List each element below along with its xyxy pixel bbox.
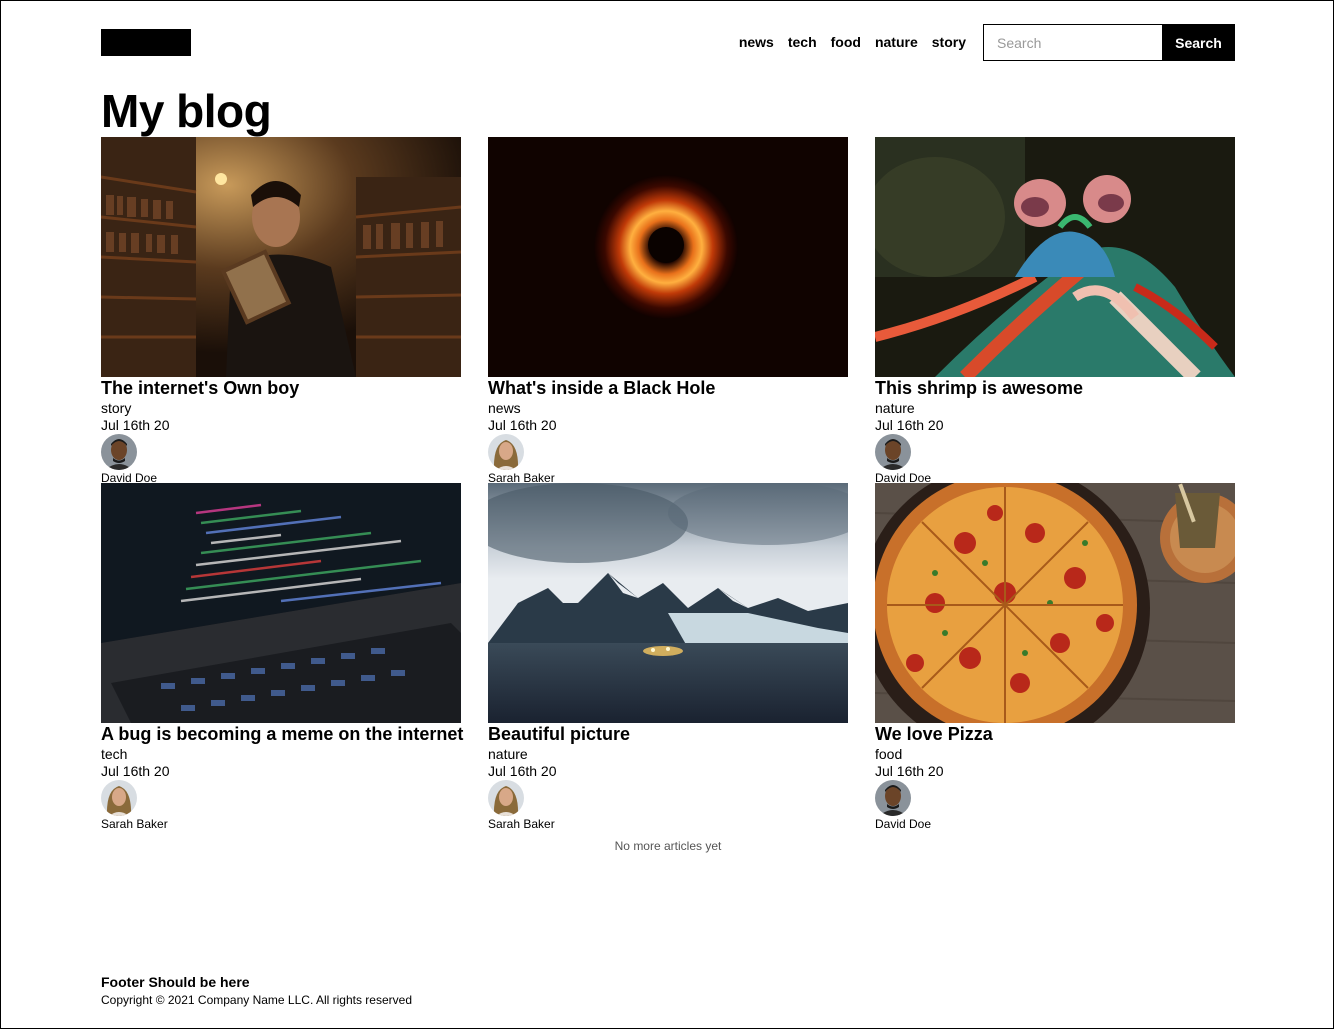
mountain-landscape-photo[interactable] <box>488 483 848 723</box>
post-date: Jul 16th 20 <box>875 417 944 433</box>
post-date: Jul 16th 20 <box>488 763 557 779</box>
footer-copyright: Copyright © 2021 Company Name LLC. All r… <box>101 993 412 1007</box>
post-title[interactable]: A bug is becoming a meme on the internet <box>101 724 463 745</box>
post-card[interactable]: This shrimp is awesome nature Jul 16th 2… <box>875 137 1235 485</box>
nav-link-tech[interactable]: tech <box>788 34 817 50</box>
main-nav: news tech food nature story <box>725 34 966 50</box>
post-date: Jul 16th 20 <box>488 417 557 433</box>
post-date: Jul 16th 20 <box>101 763 170 779</box>
post-author[interactable]: Sarah Baker <box>101 817 461 831</box>
nav-link-nature[interactable]: nature <box>875 34 918 50</box>
post-card[interactable]: A bug is becoming a meme on the internet… <box>101 483 463 831</box>
post-date: Jul 16th 20 <box>875 763 944 779</box>
post-card[interactable]: The internet's Own boy story Jul 16th 20… <box>101 137 461 485</box>
search-input[interactable] <box>983 24 1162 61</box>
post-title[interactable]: What's inside a Black Hole <box>488 378 848 399</box>
nav-link-food[interactable]: food <box>831 34 861 50</box>
man-avatar <box>875 434 911 470</box>
footer-title: Footer Should be here <box>101 974 250 990</box>
post-title[interactable]: Beautiful picture <box>488 724 848 745</box>
mantis-shrimp-photo[interactable] <box>875 137 1235 377</box>
page-title: My blog <box>101 85 272 137</box>
search-form: Search <box>983 24 1235 61</box>
pizza-photo[interactable] <box>875 483 1235 723</box>
nav-link-news[interactable]: news <box>739 34 774 50</box>
site-header: news tech food nature story Search <box>101 23 1235 61</box>
woman-avatar <box>101 780 137 816</box>
man-avatar <box>875 780 911 816</box>
search-button[interactable]: Search <box>1162 24 1235 61</box>
man-avatar <box>101 434 137 470</box>
site-footer: Footer Should be here Copyright © 2021 C… <box>101 974 412 1008</box>
laptop-code-photo[interactable] <box>101 483 461 723</box>
man-in-library-photo[interactable] <box>101 137 461 377</box>
nav-link-story[interactable]: story <box>932 34 966 50</box>
woman-avatar <box>488 434 524 470</box>
no-more-articles-text: No more articles yet <box>614 839 722 853</box>
logo[interactable] <box>101 29 191 56</box>
post-category[interactable]: story <box>101 399 461 417</box>
post-author[interactable]: David Doe <box>875 817 1235 831</box>
post-category[interactable]: food <box>875 745 1235 763</box>
post-card[interactable]: What's inside a Black Hole news Jul 16th… <box>488 137 848 485</box>
post-category[interactable]: nature <box>875 399 1235 417</box>
woman-avatar <box>488 780 524 816</box>
post-author[interactable]: Sarah Baker <box>488 817 848 831</box>
post-card[interactable]: We love Pizza food Jul 16th 20 David Doe <box>875 483 1235 831</box>
post-category[interactable]: nature <box>488 745 848 763</box>
post-category[interactable]: news <box>488 399 848 417</box>
post-title[interactable]: This shrimp is awesome <box>875 378 1235 399</box>
post-card[interactable]: Beautiful picture nature Jul 16th 20 Sar… <box>488 483 848 831</box>
post-title[interactable]: We love Pizza <box>875 724 1235 745</box>
post-category[interactable]: tech <box>101 745 461 763</box>
black-hole-photo[interactable] <box>488 137 848 377</box>
post-title[interactable]: The internet's Own boy <box>101 378 461 399</box>
post-date: Jul 16th 20 <box>101 417 170 433</box>
